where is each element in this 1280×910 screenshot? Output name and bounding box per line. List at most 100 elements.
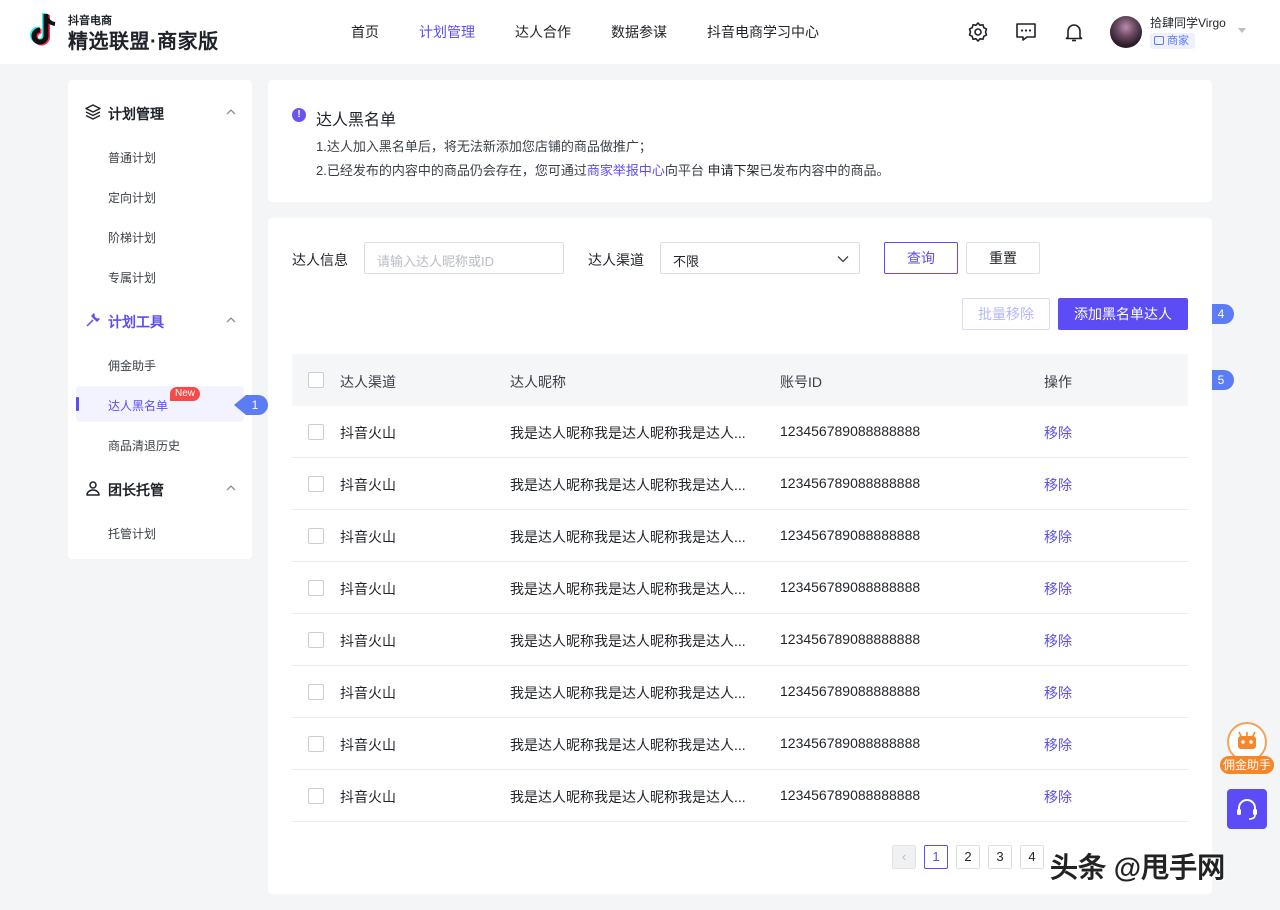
tool-icon [86,313,100,327]
nickname-cell: 我是达人昵称我是达人昵称我是达人... [510,477,746,493]
nickname-cell: 我是达人昵称我是达人昵称我是达人... [510,425,746,441]
chevron-up-icon[interactable] [226,316,236,324]
merchant-report-center-link[interactable]: 商家举报中心 [587,163,665,178]
remove-link[interactable]: 移除 [1044,423,1072,443]
batch-remove-button[interactable]: 批量移除 [962,298,1050,330]
row-checkbox[interactable] [308,580,324,596]
column-header: 操作 [1044,374,1072,390]
nav-plan-management[interactable]: 计划管理 [419,22,475,42]
callout-marker: 1 [234,393,270,417]
nickname-cell: 我是达人昵称我是达人昵称我是达人... [510,581,746,597]
reset-button[interactable]: 重置 [966,242,1040,274]
sidebar-item-commission-helper[interactable]: 佣金助手 [76,346,244,382]
influencer-info-label: 达人信息 [292,252,348,268]
sidebar-item-hosted-plan[interactable]: 托管计划 [76,514,244,550]
remove-link[interactable]: 移除 [1044,475,1072,495]
sidebar-item-product-removal-history[interactable]: 商品清退历史 [76,426,244,462]
channel-cell: 抖音火山 [340,581,396,597]
notice-text: 2.已经发布的内容中的商品仍会存在，您可通过 [316,163,587,178]
table-row: 抖音火山 我是达人昵称我是达人昵称我是达人... 123456789088888… [292,614,1188,666]
influencer-search-input[interactable]: 请输入达人昵称或ID [364,242,564,274]
table-row: 抖音火山 我是达人昵称我是达人昵称我是达人... 123456789088888… [292,406,1188,458]
add-blacklist-button[interactable]: 添加黑名单达人 [1058,298,1188,330]
row-checkbox[interactable] [308,632,324,648]
sidebar-group-label: 计划工具 [108,314,164,330]
sidebar-item-exclusive-plan[interactable]: 专属计划 [76,258,244,294]
row-checkbox[interactable] [308,424,324,440]
row-checkbox[interactable] [308,788,324,804]
remove-link[interactable]: 移除 [1044,683,1072,703]
sidebar-item-label: 定向计划 [108,191,157,205]
customer-service-button[interactable] [1227,789,1267,829]
sidebar: 计划管理 普通计划 定向计划 阶梯计划 专属计划 计划工具 佣金助手 达人黑名单… [68,80,252,559]
sidebar-item-tiered-plan[interactable]: 阶梯计划 [76,218,244,254]
sidebar-item-label: 佣金助手 [108,359,157,373]
row-checkbox[interactable] [308,528,324,544]
page-title: 达人黑名单 [316,112,397,129]
leader-icon [86,481,100,496]
watermark: 头条 @甩手网 [1050,852,1226,883]
sidebar-item-label: 达人黑名单 [108,399,169,413]
remove-link[interactable]: 移除 [1044,787,1072,807]
sidebar-item-label: 托管计划 [108,527,157,541]
user-name: 拾肆同学Virgo [1150,16,1226,30]
influencer-channel-select[interactable]: 不限 [660,242,860,274]
channel-cell: 抖音火山 [340,789,396,805]
channel-cell: 抖音火山 [340,425,396,441]
headset-icon [1237,799,1257,820]
nickname-cell: 我是达人昵称我是达人昵称我是达人... [510,737,746,753]
sidebar-item-targeted-plan[interactable]: 定向计划 [76,178,244,214]
row-checkbox[interactable] [308,736,324,752]
nav-learning-center[interactable]: 抖音电商学习中心 [707,22,819,42]
chevron-up-icon[interactable] [226,108,236,116]
pagination-page[interactable]: 2 [956,845,980,869]
avatar[interactable] [1110,16,1142,48]
pagination-page[interactable]: 1 [924,845,948,869]
sidebar-group-leader-hosting[interactable]: 团长托管 [68,476,252,500]
remove-link[interactable]: 移除 [1044,527,1072,547]
table-row: 抖音火山 我是达人昵称我是达人昵称我是达人... 123456789088888… [292,770,1188,822]
remove-link[interactable]: 移除 [1044,631,1072,651]
notice-emphasis: 申请下架 [707,163,760,178]
nav-influencer-cooperation[interactable]: 达人合作 [515,22,571,42]
remove-link[interactable]: 移除 [1044,735,1072,755]
table-row: 抖音火山 我是达人昵称我是达人昵称我是达人... 123456789088888… [292,458,1188,510]
row-checkbox[interactable] [308,684,324,700]
role-badge-label: 商家 [1167,35,1189,47]
channel-cell: 抖音火山 [340,477,396,493]
row-checkbox[interactable] [308,476,324,492]
bell-icon[interactable] [1062,20,1086,44]
nickname-cell: 我是达人昵称我是达人昵称我是达人... [510,789,746,805]
chevron-up-icon[interactable] [226,484,236,492]
query-button[interactable]: 查询 [884,242,958,274]
account-id-cell: 123456789088888888 [780,423,921,439]
nav-data-advisor[interactable]: 数据参谋 [611,22,667,42]
sidebar-item-influencer-blacklist[interactable]: 达人黑名单 [76,386,244,422]
sidebar-item-normal-plan[interactable]: 普通计划 [76,138,244,174]
nav-home[interactable]: 首页 [351,22,379,42]
gear-icon[interactable] [966,20,990,44]
top-nav: 抖音电商 精选联盟·商家版 首页 计划管理 达人合作 数据参谋 抖音电商学习中心… [0,0,1280,64]
commission-helper-float[interactable]: 佣金助手 [1220,722,1274,774]
select-all-checkbox[interactable] [308,372,324,388]
sidebar-group-plan-tools[interactable]: 计划工具 [68,308,252,332]
brand-logo[interactable]: 抖音电商 精选联盟·商家版 [28,12,218,53]
user-menu-caret-icon[interactable] [1238,28,1246,33]
sidebar-group-label: 团长托管 [108,482,164,498]
message-icon[interactable] [1014,20,1038,44]
sidebar-group-label: 计划管理 [108,106,164,122]
account-id-cell: 123456789088888888 [780,787,921,803]
layers-icon [85,104,101,120]
nickname-cell: 我是达人昵称我是达人昵称我是达人... [510,633,746,649]
pagination-page[interactable]: 4 [1020,845,1044,869]
account-id-cell: 123456789088888888 [780,683,921,699]
sidebar-item-label: 专属计划 [108,271,157,285]
chevron-down-icon [837,256,849,263]
sidebar-group-plan-management[interactable]: 计划管理 [68,100,252,124]
pagination-prev-button[interactable]: ‹ [892,845,916,869]
sidebar-item-label: 普通计划 [108,151,157,165]
notice-text: 向平台 [664,163,708,178]
remove-link[interactable]: 移除 [1044,579,1072,599]
account-id-cell: 123456789088888888 [780,527,921,543]
pagination-page[interactable]: 3 [988,845,1012,869]
